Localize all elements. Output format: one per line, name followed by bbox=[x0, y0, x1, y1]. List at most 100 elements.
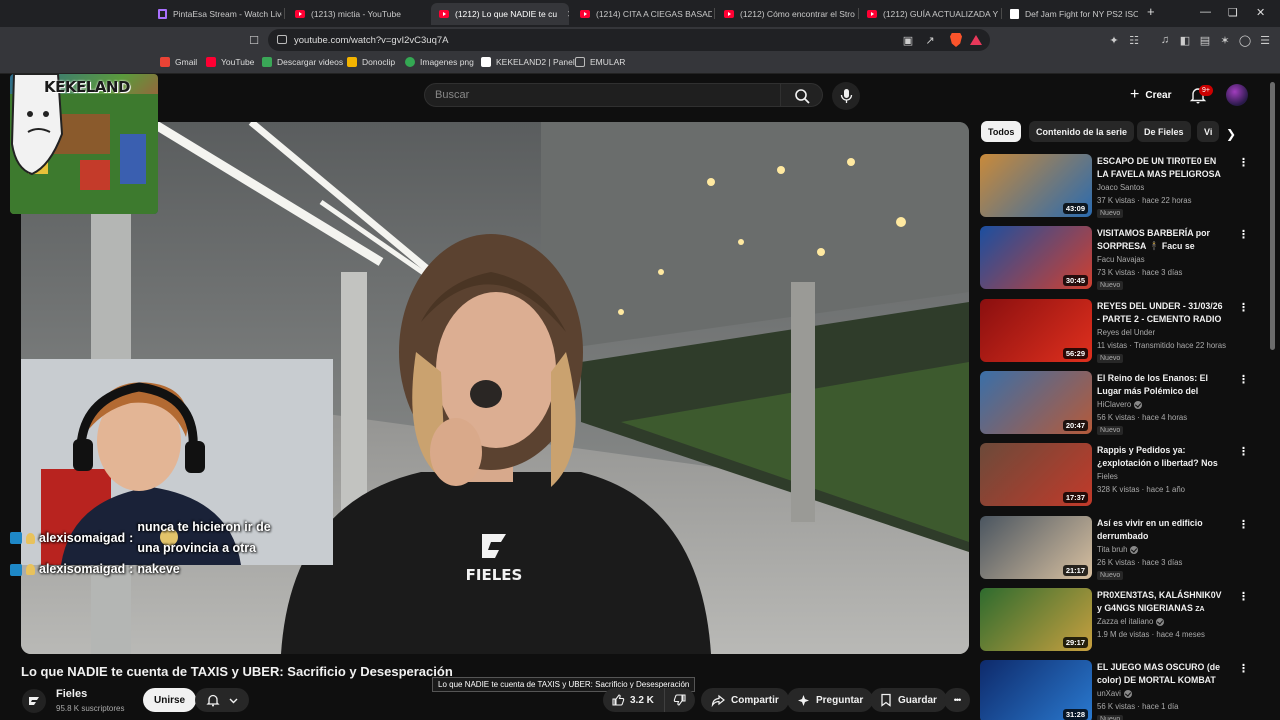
media-icon[interactable]: ♫ bbox=[1157, 32, 1173, 48]
recommendation-channel[interactable]: Zazza el italiano bbox=[1097, 617, 1165, 626]
chip-de-fieles[interactable]: De Fieles bbox=[1137, 121, 1191, 142]
tab-1[interactable]: (1213) mictia - YouTube bbox=[287, 3, 427, 25]
vpn-icon[interactable]: ◯ bbox=[1237, 32, 1253, 48]
close-window-icon[interactable]: ✕ bbox=[1256, 6, 1265, 19]
channel-name: Joaco Santos bbox=[1097, 183, 1145, 192]
share-button[interactable]: Compartir bbox=[701, 688, 789, 712]
tab-2-active[interactable]: (1212) Lo que NADIE te cu ✕ bbox=[431, 3, 569, 25]
recommendation-title[interactable]: Así es vivir en un edificio derrumbado bbox=[1097, 517, 1227, 543]
new-badge: Nuevo bbox=[1097, 715, 1124, 720]
recommendation-item[interactable]: 20:47 El Reino de los Enanos: El Lugar má… bbox=[980, 371, 1250, 435]
recommendation-item[interactable]: 43:09 ESCAPO DE UN TIR0TE0 EN LA FAVELA M… bbox=[980, 154, 1250, 218]
menu-icon[interactable]: ☰ bbox=[1257, 32, 1273, 48]
kebab-menu-icon[interactable]: ⋮ bbox=[1238, 662, 1249, 675]
tab-6[interactable]: Def Jam Fight for NY PS2 ISO ( bbox=[1002, 3, 1138, 25]
bookmark-icon[interactable]: ☐ bbox=[246, 32, 262, 48]
recommendation-channel[interactable]: Tita bruh bbox=[1097, 545, 1139, 554]
recommendation-title[interactable]: REYES DEL UNDER - 31/03/26 - PARTE 2 - C… bbox=[1097, 300, 1227, 326]
bookmark-donoclip[interactable]: Donoclip bbox=[347, 57, 395, 67]
recommendation-channel[interactable]: Reyes del Under bbox=[1097, 328, 1155, 337]
chevron-right-icon[interactable]: ❯ bbox=[1226, 127, 1236, 141]
video-thumbnail[interactable]: 43:09 bbox=[980, 154, 1092, 217]
recommendation-title[interactable]: Rappis y Pedidos ya: ¿explotación o libe… bbox=[1097, 444, 1227, 470]
more-icon: ••• bbox=[953, 695, 962, 705]
recommendation-title[interactable]: El Reino de los Enanos: El Lugar más Pol… bbox=[1097, 372, 1227, 398]
chip-partial[interactable]: Vi bbox=[1197, 121, 1219, 142]
share-page-icon[interactable]: ↗ bbox=[922, 32, 938, 48]
subscription-notifications-button[interactable] bbox=[195, 688, 249, 712]
kebab-menu-icon[interactable]: ⋮ bbox=[1238, 518, 1249, 531]
dislike-button[interactable] bbox=[665, 688, 695, 712]
tab-4[interactable]: (1212) Cómo encontrar el Stro bbox=[716, 3, 856, 25]
recommendation-title[interactable]: PR0XEN3TAS, KALÁSHNIK0V y G4NGS NIGERIAN… bbox=[1097, 589, 1227, 615]
scrollbar-thumb[interactable] bbox=[1270, 82, 1275, 350]
download-icon bbox=[262, 57, 272, 67]
bookmark-gmail[interactable]: Gmail bbox=[160, 57, 197, 67]
recommendation-channel[interactable]: Fieles bbox=[1097, 472, 1118, 481]
recommendation-channel[interactable]: HiClavero bbox=[1097, 400, 1143, 409]
url-field[interactable]: youtube.com/watch?v=gvI2vC3uq7A bbox=[268, 29, 990, 51]
sidebar-icon[interactable]: ◧ bbox=[1177, 32, 1193, 48]
tab-5[interactable]: (1212) GUÍA ACTUALIZADA Y E bbox=[859, 3, 999, 25]
recommendation-item[interactable]: 56:29 REYES DEL UNDER - 31/03/26 - PARTE … bbox=[980, 299, 1250, 363]
cast-icon[interactable]: ▣ bbox=[900, 32, 916, 48]
close-tab-icon[interactable]: ✕ bbox=[567, 9, 569, 20]
recommendation-item[interactable]: 21:17 Así es vivir en un edificio derrumb… bbox=[980, 516, 1250, 580]
recommendation-title[interactable]: VISITAMOS BARBERÍA por SORPRESA 🕴 Facu s… bbox=[1097, 227, 1227, 253]
recommendation-channel[interactable]: unXavi bbox=[1097, 689, 1132, 698]
brave-rewards-icon[interactable] bbox=[970, 35, 982, 45]
bookmark-imagenes-png[interactable]: Imagenes png bbox=[405, 57, 474, 67]
kebab-menu-icon[interactable]: ⋮ bbox=[1238, 445, 1249, 458]
kebab-menu-icon[interactable]: ⋮ bbox=[1238, 228, 1249, 241]
recommendation-item[interactable]: 31:28 EL JUEGO MAS OSCURO (de color) DE M… bbox=[980, 660, 1250, 720]
recommendation-title[interactable]: ESCAPO DE UN TIR0TE0 EN LA FAVELA MAS PE… bbox=[1097, 155, 1227, 181]
video-thumbnail[interactable]: 17:37 bbox=[980, 443, 1092, 506]
search-button[interactable] bbox=[781, 83, 823, 107]
site-info-icon[interactable] bbox=[277, 35, 287, 44]
recommendation-channel[interactable]: Facu Navajas bbox=[1097, 255, 1145, 264]
video-thumbnail[interactable]: 20:47 bbox=[980, 371, 1092, 434]
tab-3[interactable]: (1214) CITA A CIEGAS BASADA bbox=[572, 3, 712, 25]
bookmark-emular[interactable]: EMULAR bbox=[575, 57, 625, 67]
join-button[interactable]: Unirse bbox=[143, 688, 197, 712]
extensions-icon[interactable]: ✦ bbox=[1106, 32, 1122, 48]
chip-todos[interactable]: Todos bbox=[981, 121, 1022, 142]
chat-message: alexisomaigad : nunca te hicieron ir de … bbox=[10, 517, 310, 559]
video-thumbnail[interactable]: 30:45 bbox=[980, 226, 1092, 289]
recommendation-title[interactable]: EL JUEGO MAS OSCURO (de color) DE MORTAL… bbox=[1097, 661, 1227, 687]
voice-search-button[interactable] bbox=[832, 82, 860, 110]
recommendation-item[interactable]: 17:37 Rappis y Pedidos ya: ¿explotación o… bbox=[980, 443, 1250, 507]
video-thumbnail[interactable]: 21:17 bbox=[980, 516, 1092, 579]
new-tab-button[interactable]: + bbox=[1147, 4, 1155, 19]
leo-icon[interactable]: ✶ bbox=[1217, 32, 1233, 48]
kebab-menu-icon[interactable]: ⋮ bbox=[1238, 590, 1249, 603]
ask-button[interactable]: Preguntar bbox=[787, 688, 874, 712]
video-thumbnail[interactable]: 31:28 bbox=[980, 660, 1092, 720]
page-scrollbar[interactable] bbox=[1270, 74, 1276, 720]
recommendation-channel[interactable]: Joaco Santos bbox=[1097, 183, 1144, 192]
kebab-menu-icon[interactable]: ⋮ bbox=[1238, 301, 1249, 314]
restore-icon[interactable]: ❑ bbox=[1228, 6, 1238, 19]
search-input[interactable]: Buscar bbox=[424, 83, 781, 107]
recommendation-item[interactable]: 29:17 PR0XEN3TAS, KALÁSHNIK0V y G4NGS NIG… bbox=[980, 588, 1250, 652]
recommendation-item[interactable]: 30:45 VISITAMOS BARBERÍA por SORPRESA 🕴 F… bbox=[980, 226, 1250, 290]
tab-0[interactable]: PintaEsa Stream - Watch Live o bbox=[150, 3, 282, 25]
account-avatar[interactable] bbox=[1226, 84, 1248, 106]
bookmark-kekeland-panel[interactable]: KEKELAND2 | Panel bbox=[481, 57, 575, 67]
extension-icon[interactable]: ☷ bbox=[1126, 32, 1142, 48]
channel-avatar[interactable] bbox=[22, 689, 46, 713]
chip-contenido-serie[interactable]: Contenido de la serie bbox=[1029, 121, 1135, 142]
video-thumbnail[interactable]: 56:29 bbox=[980, 299, 1092, 362]
kebab-menu-icon[interactable]: ⋮ bbox=[1238, 373, 1249, 386]
kebab-menu-icon[interactable]: ⋮ bbox=[1238, 156, 1249, 169]
like-button[interactable]: 3.2 K bbox=[603, 688, 665, 712]
wallet-icon[interactable]: ▤ bbox=[1197, 32, 1213, 48]
bookmark-descargar-videos[interactable]: Descargar videos bbox=[262, 57, 343, 67]
minimize-icon[interactable]: — bbox=[1200, 6, 1211, 18]
more-actions-button[interactable]: ••• bbox=[944, 688, 970, 712]
bookmark-youtube[interactable]: YouTube bbox=[206, 57, 254, 67]
create-button[interactable]: + Crear bbox=[1120, 83, 1181, 107]
channel-name[interactable]: Fieles bbox=[56, 688, 87, 700]
video-thumbnail[interactable]: 29:17 bbox=[980, 588, 1092, 651]
save-button[interactable]: Guardar bbox=[870, 688, 947, 712]
